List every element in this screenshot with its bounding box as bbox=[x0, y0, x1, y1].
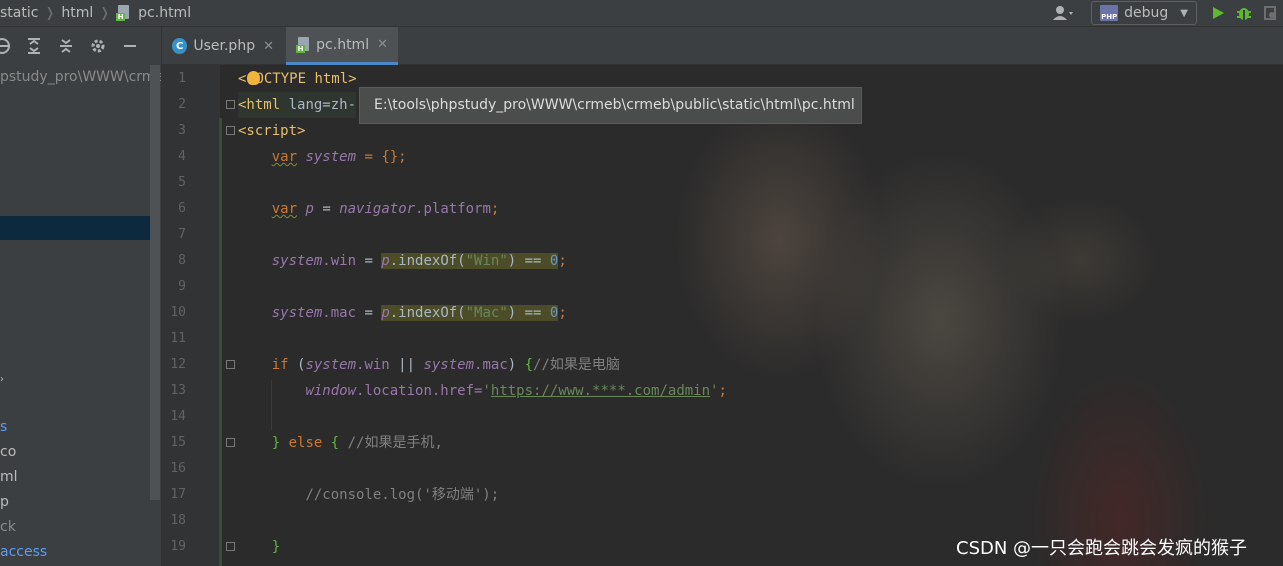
code-line-2[interactable]: <html lang=zh- bbox=[238, 92, 357, 118]
tree-item[interactable]: ml bbox=[0, 465, 18, 490]
code-line-4[interactable]: var system = {}; bbox=[238, 144, 407, 170]
line-number: 19 bbox=[170, 539, 186, 554]
project-toolbar bbox=[0, 27, 162, 65]
line-number: 18 bbox=[170, 513, 186, 528]
breadcrumb-html[interactable]: html bbox=[61, 5, 93, 21]
line-number: 9 bbox=[178, 279, 186, 294]
tab-user-php[interactable]: C User.php ✕ bbox=[162, 27, 284, 65]
tree-item[interactable]: co bbox=[0, 440, 16, 465]
tree-item[interactable]: s bbox=[0, 415, 7, 440]
code-line-8[interactable]: system.win = p.indexOf("Win") == 0; bbox=[238, 248, 567, 274]
line-number: 1 bbox=[178, 71, 186, 86]
gear-icon[interactable] bbox=[88, 36, 108, 56]
tree-item[interactable]: ck bbox=[0, 515, 16, 540]
fold-toggle-icon[interactable] bbox=[226, 360, 235, 369]
user-account-button[interactable] bbox=[1043, 2, 1083, 24]
hide-panel-icon[interactable] bbox=[120, 36, 140, 56]
locate-file-icon[interactable] bbox=[0, 36, 12, 56]
line-number: 2 bbox=[178, 97, 186, 112]
line-number: 13 bbox=[170, 383, 186, 398]
line-number: 6 bbox=[178, 201, 186, 216]
toolbar-right: PHP debug ▼ bbox=[1043, 0, 1283, 26]
line-number: 16 bbox=[170, 461, 186, 476]
line-number: 11 bbox=[170, 331, 186, 346]
tree-item[interactable]: › bbox=[0, 367, 4, 392]
line-number: 7 bbox=[178, 227, 186, 242]
line-number: 12 bbox=[170, 357, 186, 372]
fold-toggle-icon[interactable] bbox=[226, 100, 235, 109]
project-scrollbar[interactable] bbox=[150, 65, 160, 500]
debug-button[interactable] bbox=[1231, 2, 1257, 24]
php-class-icon: C bbox=[172, 38, 188, 54]
html-file-icon: H bbox=[296, 36, 310, 53]
line-number: 15 bbox=[170, 435, 186, 450]
tab-label: User.php bbox=[193, 38, 256, 54]
file-path-tooltip: E:\tools\phpstudy_pro\WWW\crmeb\crmeb\pu… bbox=[359, 87, 862, 124]
code-line-3[interactable]: <script> bbox=[238, 118, 305, 144]
run-config-label: debug bbox=[1124, 5, 1169, 21]
code-line-19[interactable]: } bbox=[238, 534, 280, 560]
code-line-17[interactable]: //console.log('移动端'); bbox=[238, 482, 499, 508]
line-number: 4 bbox=[178, 149, 186, 164]
fold-toggle-icon[interactable] bbox=[226, 126, 235, 135]
expand-all-icon[interactable] bbox=[24, 36, 44, 56]
breadcrumb-separator-icon: ❭ bbox=[44, 5, 56, 21]
watermark: CSDN @一只会跑会跳会发疯的猴子 bbox=[956, 538, 1248, 559]
editor-tabs: C User.php ✕ H pc.html ✕ bbox=[162, 27, 1283, 65]
breadcrumb-separator-icon: ❭ bbox=[99, 5, 111, 21]
php-config-icon: PHP bbox=[1100, 5, 1119, 21]
chevron-down-icon: ▼ bbox=[1180, 7, 1188, 19]
tree-item[interactable]: p bbox=[0, 490, 9, 515]
tree-selected-row[interactable] bbox=[0, 216, 150, 240]
fold-toggle-icon[interactable] bbox=[226, 542, 235, 551]
code-line-15[interactable]: } else { //如果是手机, bbox=[238, 430, 443, 456]
background-wallpaper bbox=[600, 60, 1283, 566]
line-number: 10 bbox=[170, 305, 186, 320]
breadcrumb: static ❭ html ❭ H pc.html bbox=[0, 0, 191, 26]
line-number: 3 bbox=[178, 123, 186, 138]
close-icon[interactable]: ✕ bbox=[377, 37, 388, 52]
lightbulb-icon[interactable] bbox=[247, 71, 260, 85]
code-line-13[interactable]: window.location.href='https://www.****.c… bbox=[238, 378, 726, 404]
bug-icon bbox=[1237, 8, 1251, 20]
run-configuration-select[interactable]: PHP debug ▼ bbox=[1091, 1, 1197, 25]
fold-toggle-icon[interactable] bbox=[226, 438, 235, 447]
line-number: 8 bbox=[178, 253, 186, 268]
run-button[interactable] bbox=[1205, 2, 1231, 24]
collapse-all-icon[interactable] bbox=[56, 36, 76, 56]
html-file-icon: H bbox=[116, 5, 132, 21]
tab-label: pc.html bbox=[316, 36, 370, 53]
tree-item[interactable]: access bbox=[0, 540, 47, 565]
run-icon bbox=[1213, 7, 1224, 19]
breadcrumb-static[interactable]: static bbox=[0, 5, 38, 21]
coverage-icon bbox=[1264, 6, 1276, 20]
line-number: 14 bbox=[170, 409, 186, 424]
user-icon bbox=[1053, 6, 1074, 20]
code-line-6[interactable]: var p = navigator.platform; bbox=[238, 196, 500, 222]
tree-root-path[interactable]: pstudy_pro\WWW\crme bbox=[0, 65, 161, 90]
line-number: 5 bbox=[178, 175, 186, 190]
code-line-12[interactable]: if (system.win || system.mac) {//如果是电脑 bbox=[238, 352, 620, 378]
code-line-10[interactable]: system.mac = p.indexOf("Mac") == 0; bbox=[238, 300, 567, 326]
close-icon[interactable]: ✕ bbox=[263, 39, 274, 54]
tab-pc-html[interactable]: H pc.html ✕ bbox=[286, 27, 398, 65]
project-panel: pstudy_pro\WWW\crme › s co ml p ck acces… bbox=[0, 65, 162, 566]
vcs-change-marker bbox=[219, 118, 222, 566]
navigation-bar: static ❭ html ❭ H pc.html PHP debug ▼ bbox=[0, 0, 1283, 27]
line-number: 17 bbox=[170, 487, 186, 502]
coverage-button[interactable] bbox=[1257, 2, 1283, 24]
breadcrumb-file[interactable]: pc.html bbox=[138, 5, 191, 21]
